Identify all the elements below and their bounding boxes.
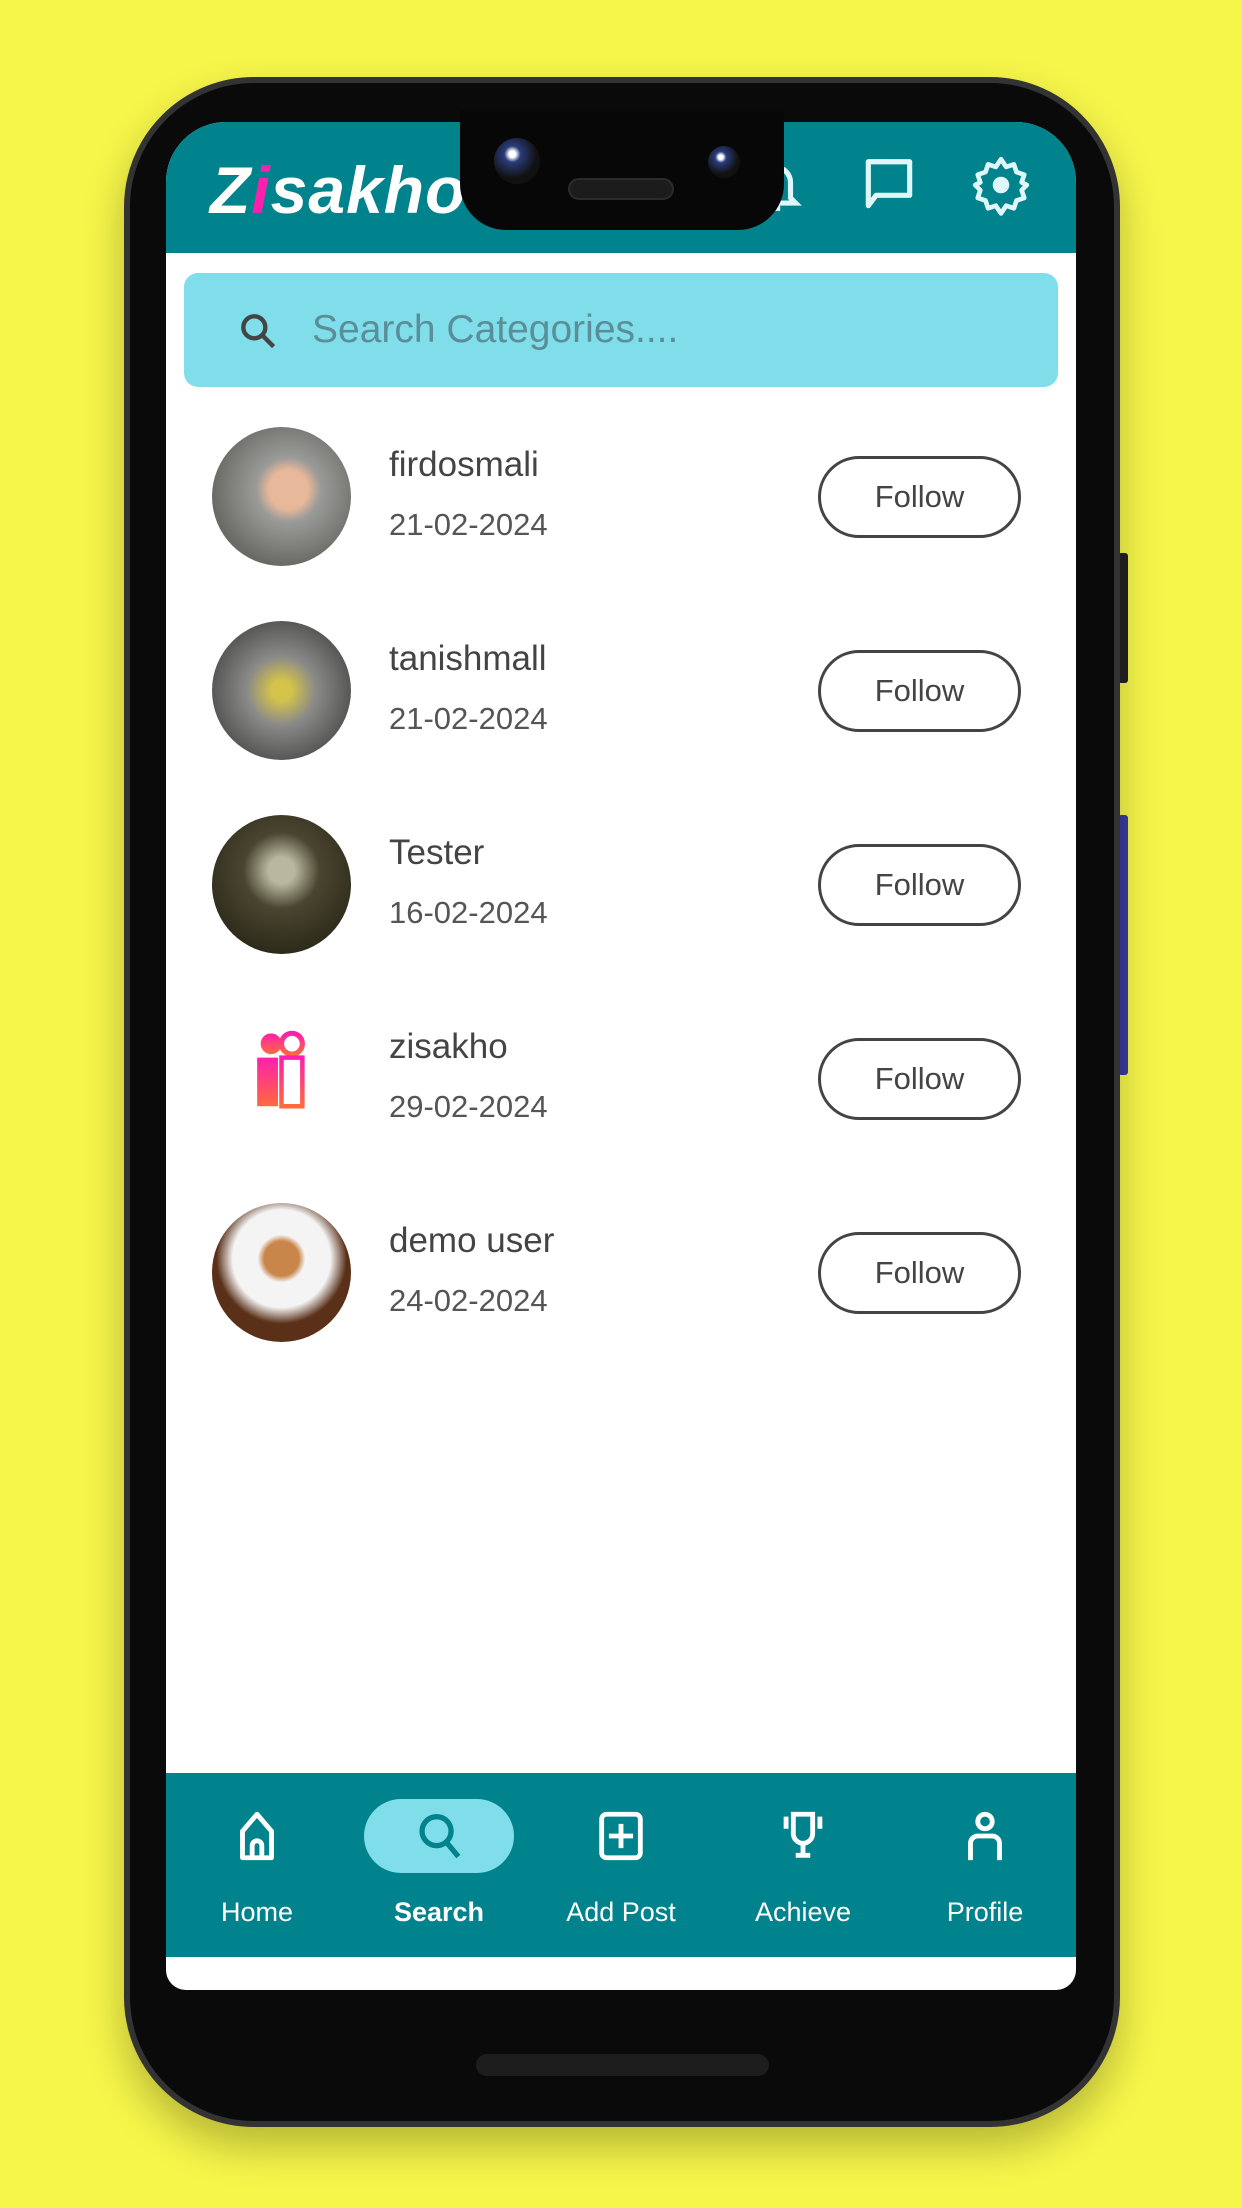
nav-icon-container [546, 1799, 696, 1873]
follow-button[interactable]: Follow [818, 650, 1021, 732]
nav-icon-container [364, 1799, 514, 1873]
nav-item-profile[interactable]: Profile [894, 1773, 1076, 1957]
user-list-item[interactable]: tanishmall 21-02-2024 Follow [166, 611, 1076, 771]
nav-item-achieve[interactable]: Achieve [712, 1773, 894, 1957]
chat-icon[interactable] [858, 154, 920, 216]
nav-icon-container [182, 1799, 332, 1873]
nav-label: Achieve [754, 1897, 852, 1927]
avatar [212, 815, 351, 954]
avatar [257, 1030, 305, 1109]
join-date: 29-02-2024 [389, 1089, 548, 1124]
follow-button[interactable]: Follow [818, 1232, 1021, 1314]
person-icon [968, 1811, 1002, 1861]
app-logo: Zisakho [210, 153, 467, 227]
search-icon [241, 314, 276, 349]
join-date: 21-02-2024 [389, 701, 548, 736]
user-list-item[interactable]: zisakho 29-02-2024 Follow [166, 999, 1076, 1159]
bottom-nav: Home Search Add Post Achieve Profile [166, 1773, 1076, 1957]
join-date: 24-02-2024 [389, 1283, 548, 1318]
nav-item-add-post[interactable]: Add Post [530, 1773, 712, 1957]
home-indicator [476, 2054, 769, 2076]
username: tanishmall [389, 639, 547, 678]
username: Tester [389, 833, 485, 872]
nav-label: Search [393, 1897, 485, 1927]
nav-item-home[interactable]: Home [166, 1773, 348, 1957]
nav-label: Home [220, 1897, 294, 1927]
avatar [212, 621, 351, 760]
nav-item-search[interactable]: Search [348, 1773, 530, 1957]
app-screen: Zisakho firdosmali 21-02-2024 Followtani… [166, 122, 1076, 1990]
nav-label: Profile [946, 1897, 1024, 1927]
join-date: 16-02-2024 [389, 895, 548, 930]
settings-icon[interactable] [970, 154, 1032, 216]
search-input[interactable] [312, 299, 1012, 361]
follow-button[interactable]: Follow [818, 844, 1021, 926]
username: zisakho [389, 1027, 508, 1066]
username: demo user [389, 1221, 555, 1260]
user-list-item[interactable]: firdosmali 21-02-2024 Follow [166, 417, 1076, 577]
earpiece-speaker [568, 178, 674, 200]
user-list-item[interactable]: demo user 24-02-2024 Follow [166, 1193, 1076, 1353]
avatar [212, 427, 351, 566]
follow-button[interactable]: Follow [818, 1038, 1021, 1120]
join-date: 21-02-2024 [389, 507, 548, 542]
search-bar[interactable] [184, 273, 1058, 387]
nav-icon-container [728, 1799, 878, 1873]
username: firdosmali [389, 445, 539, 484]
add-box-icon [599, 1811, 643, 1861]
sensor [708, 146, 740, 178]
front-camera [494, 138, 540, 184]
home-icon [240, 1811, 274, 1861]
trophy-icon [783, 1811, 823, 1858]
follow-button[interactable]: Follow [818, 456, 1021, 538]
avatar [212, 1203, 351, 1342]
nav-icon-container [910, 1799, 1060, 1873]
search-icon [419, 1814, 461, 1859]
nav-label: Add Post [566, 1897, 676, 1927]
camera-notch [460, 110, 784, 230]
user-list-item[interactable]: Tester 16-02-2024 Follow [166, 805, 1076, 965]
